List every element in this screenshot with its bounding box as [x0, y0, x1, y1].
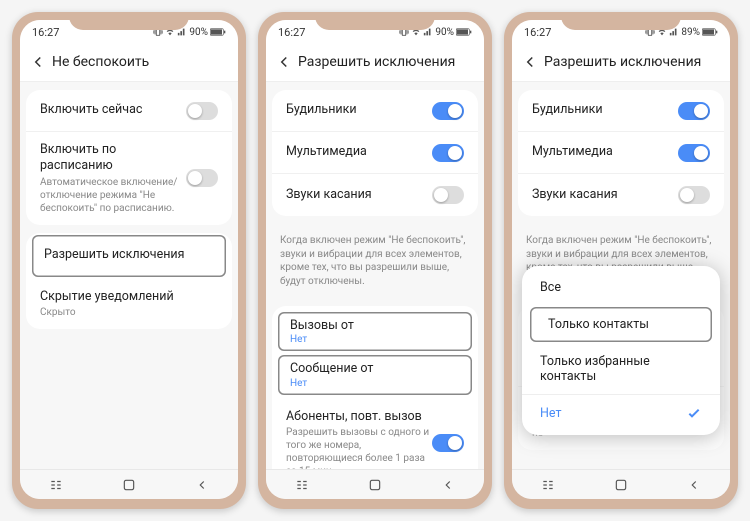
card-exceptions: Разрешить исключения Скрытие уведомлений… — [26, 233, 232, 329]
alarms-label: Будильники — [532, 102, 603, 118]
screen-1: 16:27 90% Не беспокоить Включить сейчас … — [20, 20, 238, 499]
notch — [315, 12, 435, 30]
back-icon[interactable] — [28, 52, 48, 72]
app-header: Не беспокоить — [20, 42, 238, 82]
toggle-repeat[interactable] — [432, 434, 464, 452]
info-text: Когда включен режим "Не беспокоить", зву… — [266, 224, 484, 298]
row-alarms[interactable]: Будильники — [272, 90, 478, 132]
battery-icon — [210, 28, 226, 36]
enable-now-label: Включить сейчас — [40, 102, 186, 118]
row-alarms[interactable]: Будильники — [518, 90, 724, 132]
nav-recent-icon[interactable] — [538, 477, 558, 493]
battery-text: 90% — [435, 27, 454, 38]
toggle-alarms[interactable] — [678, 102, 710, 120]
notch — [561, 12, 681, 30]
row-messages-from[interactable]: Сообщение от Нет — [278, 355, 472, 394]
header-title: Не беспокоить — [52, 54, 149, 70]
status-time: 16:27 — [278, 26, 305, 39]
nav-home-icon[interactable] — [365, 477, 385, 493]
hide-notifications-label: Скрытие уведомлений — [40, 289, 218, 305]
allow-exceptions-label: Разрешить исключения — [44, 247, 185, 263]
app-header: Разрешить исключения — [266, 42, 484, 82]
calls-from-value: Нет — [290, 334, 460, 345]
nav-bar — [266, 469, 484, 499]
row-touch-sounds[interactable]: Звуки касания — [518, 174, 724, 216]
toggle-touch-sounds[interactable] — [432, 186, 464, 204]
check-icon — [686, 405, 702, 421]
media-label: Мультимедиа — [286, 144, 367, 160]
touch-sounds-label: Звуки касания — [532, 187, 618, 203]
phone-frame-2: 16:27 90% Разрешить исключения Будильник… — [258, 12, 492, 509]
popup-none-label: Нет — [540, 406, 562, 421]
battery-text: 89% — [681, 27, 700, 38]
schedule-label: Включить по расписанию — [40, 142, 186, 175]
nav-recent-icon[interactable] — [292, 477, 312, 493]
popup-option-contacts[interactable]: Только контакты — [530, 307, 712, 342]
card-calls: Вызовы от Нет Сообщение от Нет Абоненты,… — [272, 306, 478, 469]
toggle-media[interactable] — [678, 144, 710, 162]
media-label: Мультимедиа — [532, 144, 613, 160]
content-1: Включить сейчас Включить по расписанию А… — [20, 82, 238, 469]
highlight-allow-exceptions: Разрешить исключения — [32, 235, 226, 277]
nav-bar — [20, 469, 238, 499]
content-3: Будильники Мультимедиа Звуки касания Ког… — [512, 82, 730, 469]
battery-icon — [702, 28, 718, 36]
highlight-contacts-only: Только контакты — [530, 307, 712, 342]
row-touch-sounds[interactable]: Звуки касания — [272, 174, 478, 216]
toggle-schedule[interactable] — [186, 169, 218, 187]
messages-from-value: Нет — [290, 378, 460, 389]
status-time: 16:27 — [524, 26, 551, 39]
row-media[interactable]: Мультимедиа — [518, 132, 724, 174]
screen-2: 16:27 90% Разрешить исключения Будильник… — [266, 20, 484, 499]
toggle-touch-sounds[interactable] — [678, 186, 710, 204]
calls-from-label: Вызовы от — [290, 318, 460, 334]
schedule-sub: Автоматическое включение/отключение режи… — [40, 176, 186, 215]
touch-sounds-label: Звуки касания — [286, 187, 372, 203]
back-icon[interactable] — [520, 52, 540, 72]
phone-frame-3: 16:27 89% Разрешить исключения Будильник… — [504, 12, 738, 509]
phone-frame-1: 16:27 90% Не беспокоить Включить сейчас … — [12, 12, 246, 509]
popup-option-none[interactable]: Нет — [522, 394, 720, 431]
row-allow-exceptions[interactable]: Разрешить исключения — [32, 235, 226, 277]
highlight-messages-from: Сообщение от Нет — [278, 355, 472, 394]
header-title: Разрешить исключения — [544, 54, 701, 70]
nav-recent-icon[interactable] — [46, 477, 66, 493]
card-sounds: Будильники Мультимедиа Звуки касания — [272, 90, 478, 216]
repeat-label: Абоненты, повт. вызов — [286, 409, 432, 425]
status-time: 16:27 — [32, 26, 59, 39]
hide-notifications-sub: Скрыто — [40, 306, 218, 319]
popup-option-all[interactable]: Все — [522, 270, 720, 305]
back-icon[interactable] — [274, 52, 294, 72]
popup-option-starred[interactable]: Только избранные контакты — [522, 344, 720, 394]
alarms-label: Будильники — [286, 102, 357, 118]
app-header: Разрешить исключения — [512, 42, 730, 82]
messages-from-label: Сообщение от — [290, 361, 460, 377]
row-hide-notifications[interactable]: Скрытие уведомлений Скрыто — [26, 279, 232, 329]
card-toggles: Включить сейчас Включить по расписанию А… — [26, 90, 232, 225]
toggle-media[interactable] — [432, 144, 464, 162]
card-sounds: Будильники Мультимедиа Звуки касания — [518, 90, 724, 216]
notch — [69, 12, 189, 30]
highlight-calls-from: Вызовы от Нет — [278, 312, 472, 351]
toggle-enable-now[interactable] — [186, 102, 218, 120]
row-media[interactable]: Мультимедиа — [272, 132, 478, 174]
nav-bar — [512, 469, 730, 499]
header-title: Разрешить исключения — [298, 54, 455, 70]
row-schedule[interactable]: Включить по расписанию Автоматическое вк… — [26, 132, 232, 225]
row-calls-from[interactable]: Вызовы от Нет — [278, 312, 472, 351]
battery-text: 90% — [189, 27, 208, 38]
content-2: Будильники Мультимедиа Звуки касания Ког… — [266, 82, 484, 469]
repeat-sub: Разрешить вызовы с одного и того же номе… — [286, 426, 432, 469]
screen-3: 16:27 89% Разрешить исключения Будильник… — [512, 20, 730, 499]
nav-back-icon[interactable] — [438, 477, 458, 493]
row-enable-now[interactable]: Включить сейчас — [26, 90, 232, 132]
toggle-alarms[interactable] — [432, 102, 464, 120]
nav-home-icon[interactable] — [119, 477, 139, 493]
row-repeat-callers[interactable]: Абоненты, повт. вызов Разрешить вызовы с… — [272, 399, 478, 470]
popup-calls-from-options: Все Только контакты Только избранные кон… — [522, 266, 720, 435]
battery-icon — [456, 28, 472, 36]
nav-home-icon[interactable] — [611, 477, 631, 493]
nav-back-icon[interactable] — [192, 477, 212, 493]
nav-back-icon[interactable] — [684, 477, 704, 493]
